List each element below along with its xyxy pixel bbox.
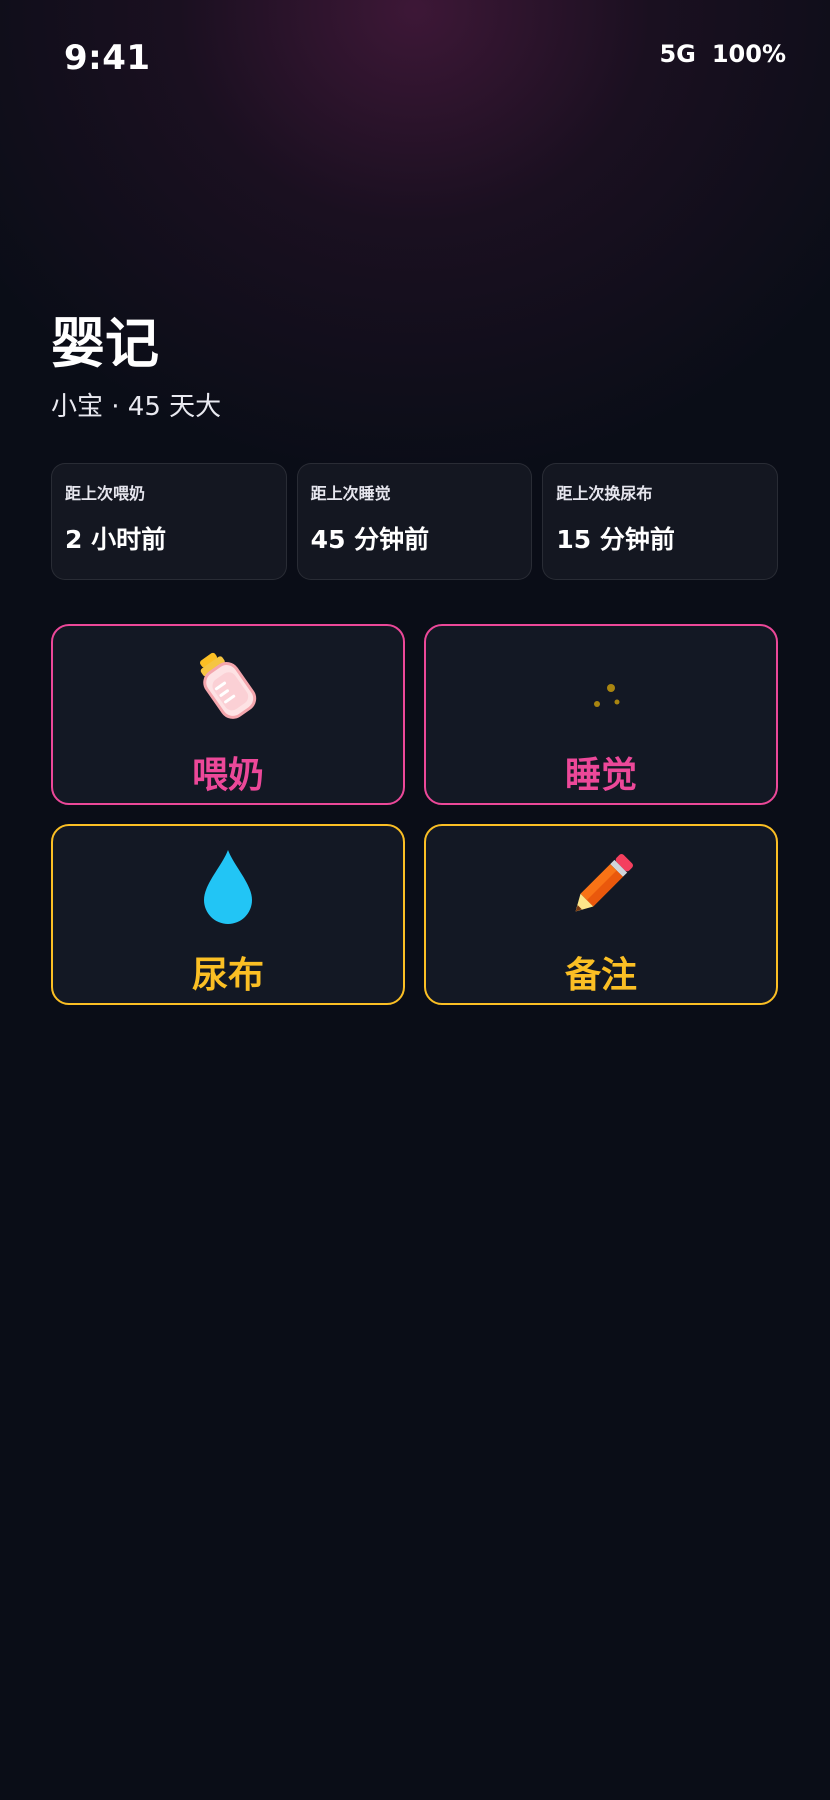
stat-card-sleep: 距上次睡觉 45 分钟前 (296, 463, 533, 580)
stat-card-feeding: 距上次喂奶 2 小时前 (51, 463, 287, 580)
status-time: 9:41 (64, 38, 151, 78)
action-grid: 喂奶 睡觉 尿布 备注 (51, 624, 778, 1005)
page-header: 婴记 小宝 · 45 天大 (51, 312, 221, 423)
stat-value: 45 分钟前 (310, 525, 430, 554)
stats-row: 距上次喂奶 2 小时前 距上次睡觉 45 分钟前 距上次换尿布 15 分钟前 (51, 463, 779, 580)
stat-value: 2 小时前 (65, 525, 167, 554)
note-button[interactable]: 备注 (424, 824, 778, 1005)
stat-label: 距上次睡觉 (310, 484, 391, 503)
water-drop-icon (53, 846, 403, 926)
crescent-moon-icon (426, 646, 776, 726)
diaper-label: 尿布 (191, 955, 264, 996)
baby-age-subtitle: 小宝 · 45 天大 (51, 392, 222, 422)
status-bar: 9:41 5G 100% (0, 0, 830, 110)
stat-label: 距上次喂奶 (65, 484, 146, 503)
feed-label: 喂奶 (191, 755, 264, 796)
note-label: 备注 (564, 955, 637, 996)
network-indicator: 5G (659, 40, 696, 68)
sleep-button[interactable]: 睡觉 (424, 624, 778, 805)
diaper-button[interactable]: 尿布 (51, 824, 405, 1005)
feed-button[interactable]: 喂奶 (51, 624, 405, 805)
pencil-icon (426, 846, 776, 926)
battery-indicator: 100% (711, 40, 786, 68)
sleep-label: 睡觉 (564, 755, 637, 796)
stat-value: 15 分钟前 (556, 525, 675, 554)
page-title: 婴记 (51, 312, 159, 375)
stat-label: 距上次换尿布 (556, 484, 653, 503)
status-indicators: 5G 100% (659, 40, 786, 68)
stat-card-diaper: 距上次换尿布 15 分钟前 (542, 463, 779, 580)
baby-bottle-icon (53, 646, 403, 726)
